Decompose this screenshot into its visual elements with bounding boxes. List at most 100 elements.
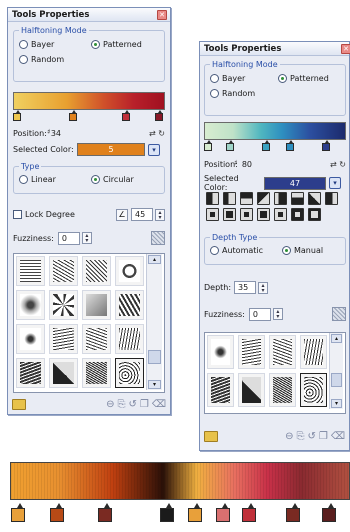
left-selected-color-box[interactable]: 5 xyxy=(77,143,145,156)
left-stop-2[interactable] xyxy=(69,110,77,121)
pattern-tile[interactable] xyxy=(49,256,78,286)
pattern-tile[interactable] xyxy=(82,256,111,286)
depth-swatch[interactable] xyxy=(206,192,219,205)
right-stop-3[interactable] xyxy=(262,140,270,151)
pattern-tile[interactable] xyxy=(82,324,111,354)
right-fuzziness-input[interactable]: 0 xyxy=(248,307,271,321)
scroll-thumb[interactable] xyxy=(331,373,342,387)
pattern-tile[interactable] xyxy=(269,373,296,407)
right-selected-color-box[interactable]: 47 xyxy=(264,176,326,190)
depth-swatch[interactable] xyxy=(257,208,270,221)
right-link-icon[interactable]: ⊖ xyxy=(285,431,293,442)
pattern-tile[interactable] xyxy=(115,256,144,286)
right-stop-5[interactable] xyxy=(322,140,330,151)
right-stop-4[interactable] xyxy=(286,140,294,151)
right-bayer-radio[interactable]: Bayer xyxy=(210,74,278,83)
bottom-stop[interactable] xyxy=(160,503,174,522)
right-new-icon[interactable]: ❐ xyxy=(319,431,328,442)
depth-swatch[interactable] xyxy=(274,208,287,221)
depth-swatch[interactable] xyxy=(206,208,219,221)
depth-swatch[interactable] xyxy=(308,208,321,221)
right-position-value[interactable]: 80 xyxy=(242,160,252,169)
scroll-up-icon[interactable]: ▴ xyxy=(331,334,342,343)
bottom-stop[interactable] xyxy=(322,503,336,522)
pattern-tile[interactable] xyxy=(49,324,78,354)
left-linear-radio[interactable]: Linear xyxy=(19,175,91,184)
scroll-down-icon[interactable]: ▾ xyxy=(148,380,161,389)
pattern-tile-selected[interactable] xyxy=(300,373,327,407)
depth-swatch[interactable] xyxy=(240,192,253,205)
left-degree-input[interactable]: 45 xyxy=(131,208,153,221)
bottom-stop[interactable] xyxy=(50,503,64,522)
bottom-stop[interactable] xyxy=(11,503,25,522)
pattern-tile[interactable] xyxy=(207,335,234,369)
left-patterned-radio[interactable]: Patterned xyxy=(91,40,142,49)
left-pattern-scrollbar[interactable]: ▴ ▾ xyxy=(146,254,162,390)
right-refresh-icon[interactable]: ↺ xyxy=(308,431,316,442)
depth-swatch[interactable] xyxy=(291,192,304,205)
right-close-icon[interactable]: ✕ xyxy=(341,44,350,54)
left-stop-1[interactable] xyxy=(13,110,21,121)
left-copy-icon[interactable]: ⎘ xyxy=(118,399,126,410)
left-refresh-icon[interactable]: ↺ xyxy=(129,399,137,410)
pattern-tile[interactable] xyxy=(16,324,45,354)
depth-swatch[interactable] xyxy=(291,208,304,221)
left-pattern-preview-icon[interactable] xyxy=(151,231,165,245)
left-delete-icon[interactable]: ⌫ xyxy=(152,399,166,410)
left-new-icon[interactable]: ❐ xyxy=(140,399,149,410)
right-delete-icon[interactable]: ⌫ xyxy=(331,431,345,442)
pattern-tile[interactable] xyxy=(49,358,78,388)
left-fuzziness-stepper[interactable]: ▴ ▾ xyxy=(81,232,92,244)
right-pattern-scrollbar[interactable]: ▴ ▾ xyxy=(329,333,343,409)
left-folder-icon[interactable] xyxy=(12,398,26,410)
left-random-radio[interactable]: Random xyxy=(19,55,159,64)
bottom-stop[interactable] xyxy=(188,503,202,522)
pattern-tile[interactable] xyxy=(207,373,234,407)
pattern-tile[interactable] xyxy=(238,335,265,369)
left-degree-stepper[interactable]: ▴ ▾ xyxy=(155,208,165,221)
left-gradient-bar[interactable] xyxy=(13,92,165,110)
left-color-dropdown-icon[interactable]: ▾ xyxy=(148,143,160,156)
bottom-stop[interactable] xyxy=(216,503,230,522)
pattern-tile[interactable] xyxy=(16,256,45,286)
right-random-radio[interactable]: Random xyxy=(210,89,340,98)
pattern-tile[interactable] xyxy=(16,358,45,388)
bottom-halftone-gradient[interactable] xyxy=(10,462,350,500)
pattern-tile[interactable] xyxy=(115,324,144,354)
right-manual-radio[interactable]: Manual xyxy=(282,246,323,255)
left-panel-titlebar[interactable]: Tools Properties ✕ xyxy=(8,8,170,22)
right-stop-1[interactable] xyxy=(204,140,212,151)
bottom-stop[interactable] xyxy=(286,503,300,522)
scroll-thumb[interactable] xyxy=(148,350,161,364)
depth-swatch[interactable] xyxy=(240,208,253,221)
right-copy-icon[interactable]: ⎘ xyxy=(297,431,305,442)
scroll-down-icon[interactable]: ▾ xyxy=(331,399,342,408)
depth-swatch[interactable] xyxy=(223,192,236,205)
right-depth-input[interactable]: 35 xyxy=(234,281,256,294)
pattern-tile[interactable] xyxy=(82,290,111,320)
right-fuzziness-stepper[interactable]: ▴ ▾ xyxy=(272,308,283,320)
depth-swatch[interactable] xyxy=(325,192,338,205)
right-gradient-bar[interactable] xyxy=(204,122,346,140)
depth-swatch[interactable] xyxy=(223,208,236,221)
left-link-icon[interactable]: ⊖ xyxy=(106,399,114,410)
pattern-tile[interactable] xyxy=(49,290,78,320)
pattern-tile[interactable] xyxy=(82,358,111,388)
scroll-up-icon[interactable]: ▴ xyxy=(148,255,161,264)
left-lock-degree-checkbox[interactable] xyxy=(13,210,22,219)
right-depth-stepper[interactable]: ▴ ▾ xyxy=(258,281,268,294)
depth-swatch[interactable] xyxy=(308,192,321,205)
bottom-stop[interactable] xyxy=(242,503,256,522)
pattern-tile[interactable] xyxy=(300,335,327,369)
left-reverse-icon[interactable]: ⇄ ↻ xyxy=(149,129,165,138)
bottom-stop[interactable] xyxy=(98,503,112,522)
pattern-tile[interactable] xyxy=(16,290,45,320)
right-folder-icon[interactable] xyxy=(204,430,218,442)
right-patterned-radio[interactable]: Patterned xyxy=(278,74,329,83)
left-fuzziness-input[interactable]: 0 xyxy=(57,231,80,245)
left-bayer-radio[interactable]: Bayer xyxy=(19,40,91,49)
left-close-icon[interactable]: ✕ xyxy=(157,10,167,20)
right-reverse-icon[interactable]: ⇄ ↻ xyxy=(330,160,346,169)
pattern-tile[interactable] xyxy=(115,290,144,320)
right-pattern-preview-icon[interactable] xyxy=(332,307,346,321)
